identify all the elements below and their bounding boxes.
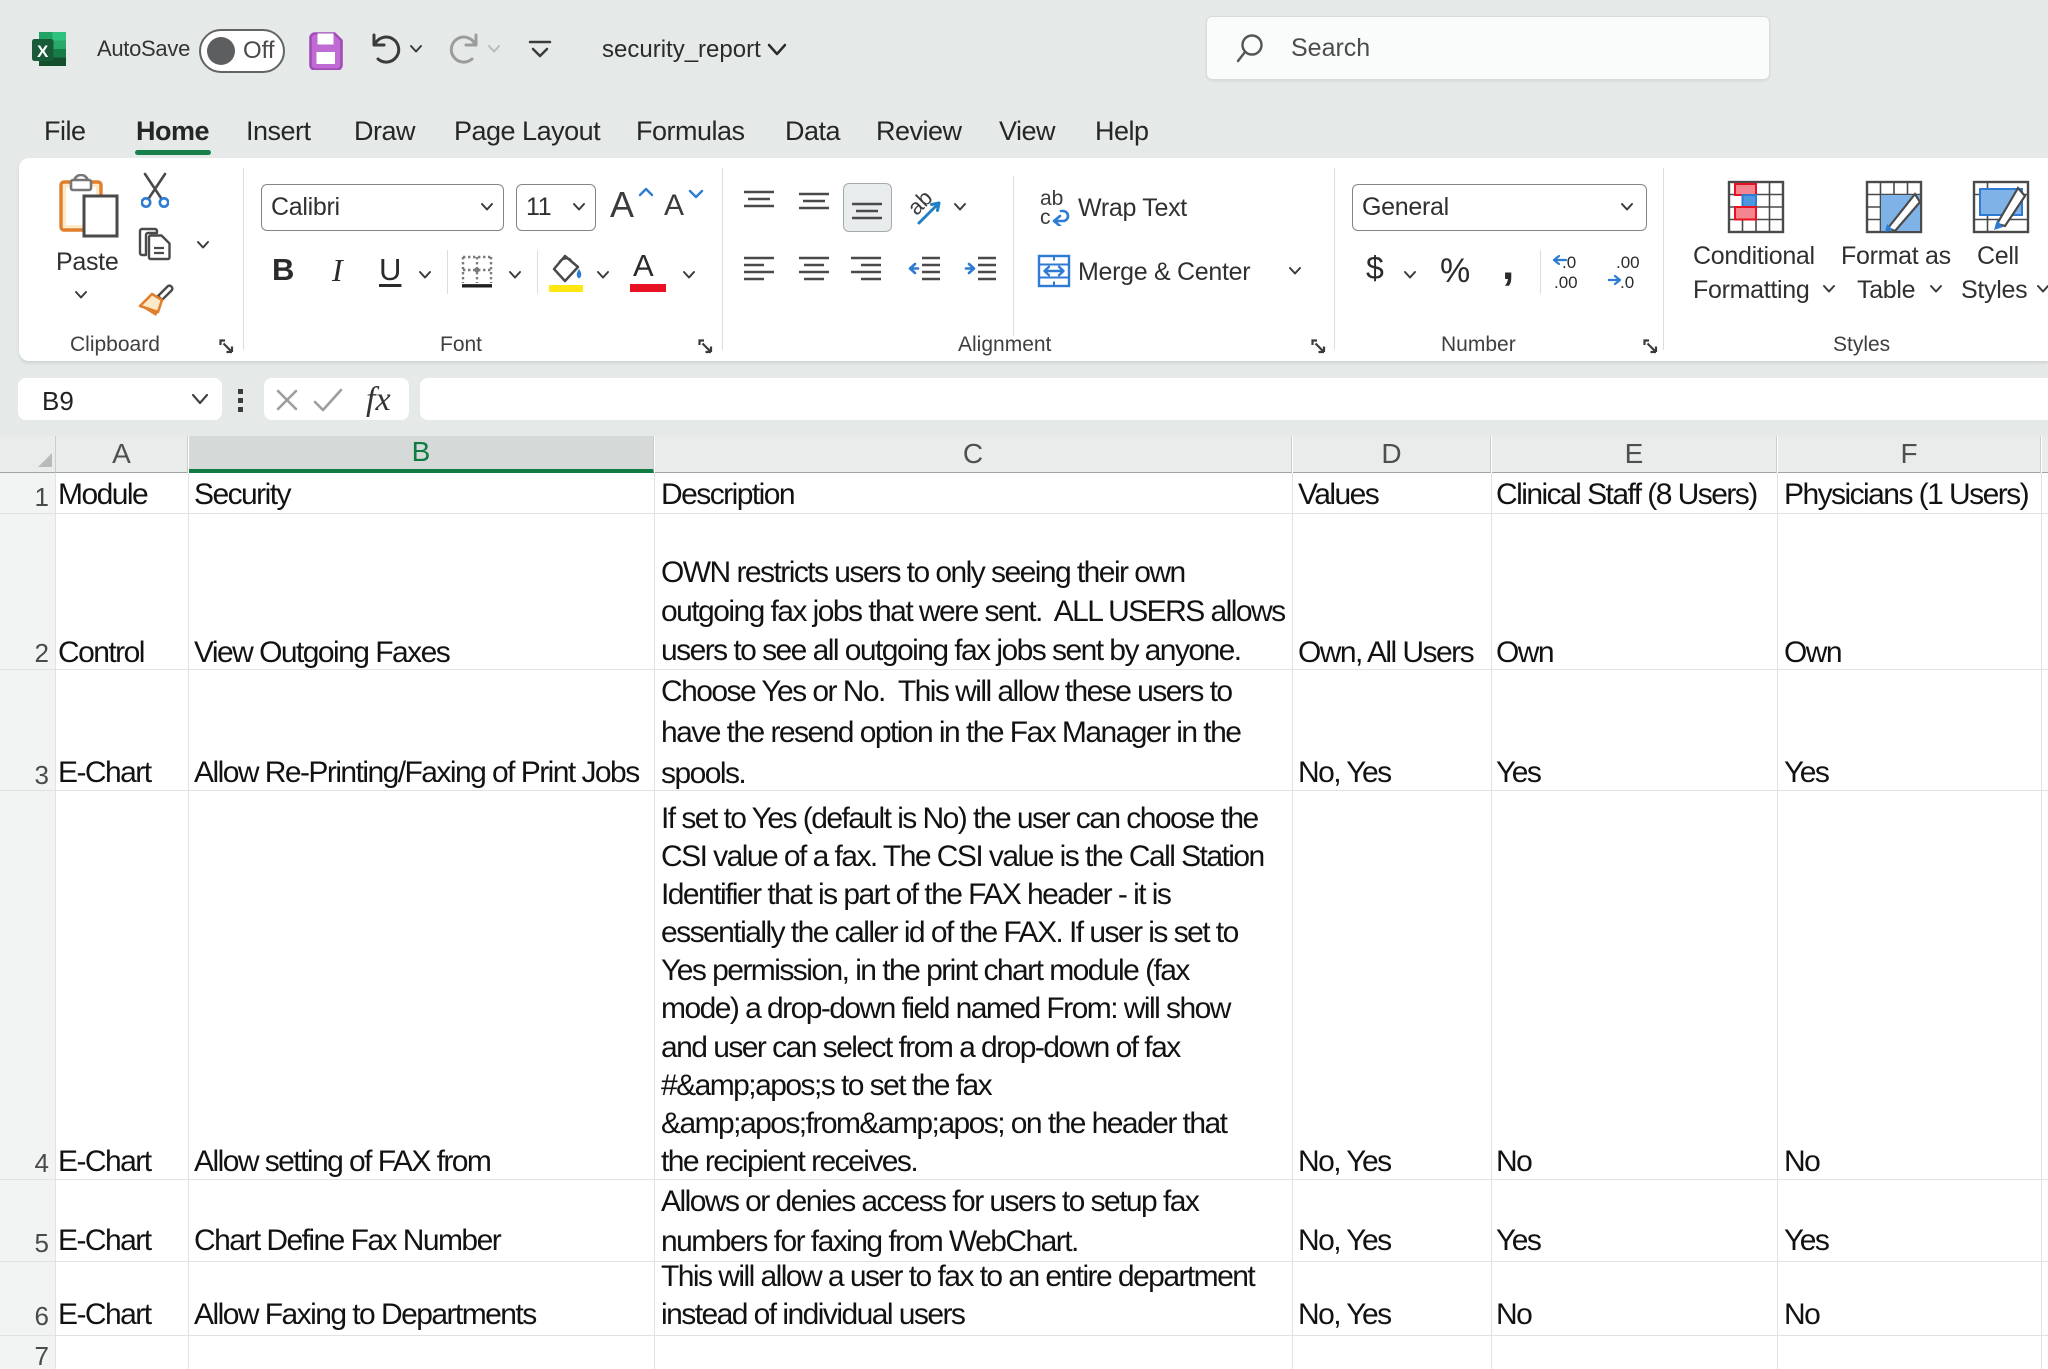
svg-text:.00: .00 bbox=[1616, 253, 1640, 272]
svg-text:.00: .00 bbox=[1554, 273, 1578, 292]
svg-text:.0: .0 bbox=[1620, 273, 1634, 292]
svg-text:.0: .0 bbox=[1562, 253, 1576, 272]
svg-text:X: X bbox=[37, 42, 49, 61]
svg-text:c: c bbox=[1040, 206, 1051, 226]
